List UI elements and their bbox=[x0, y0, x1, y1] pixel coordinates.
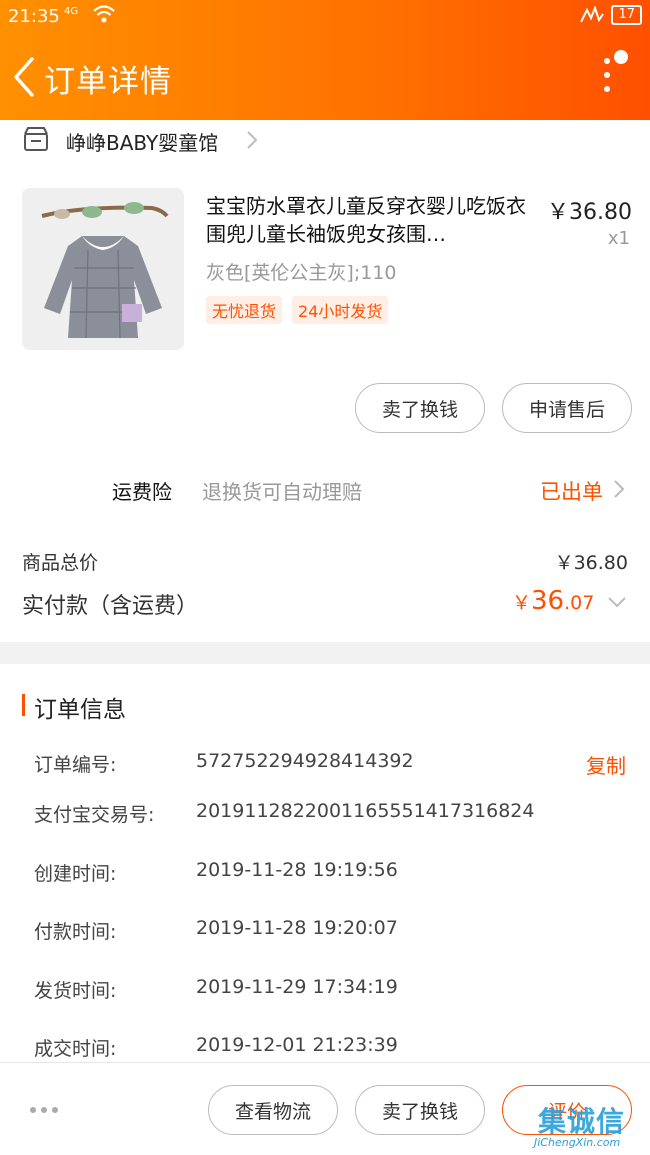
sell-for-cash-button[interactable]: 卖了换钱 bbox=[355, 383, 485, 433]
more-dot bbox=[604, 58, 610, 64]
watermark-logo: 集诚信 bbox=[538, 1105, 626, 1138]
tag-24h-ship: 24小时发货 bbox=[292, 296, 389, 324]
tag-no-worry-return: 无忧退货 bbox=[206, 296, 283, 324]
goods-total-value: ￥36.80 bbox=[554, 552, 628, 574]
more-icon[interactable] bbox=[596, 50, 636, 102]
section-accent-bar bbox=[22, 694, 25, 716]
product-quantity: x1 bbox=[607, 228, 630, 249]
paid-amount-label: 实付款（含运费） bbox=[22, 594, 199, 619]
watermark-url: JiChengXin.com bbox=[534, 1136, 621, 1149]
view-logistics-button[interactable]: 查看物流 bbox=[208, 1085, 338, 1135]
order-info-title: 订单信息 bbox=[34, 697, 126, 723]
shipped-time-value: 2019-11-29 17:34:19 bbox=[196, 976, 398, 998]
insurance-label: 运费险 bbox=[112, 480, 172, 504]
chevron-right-icon bbox=[614, 480, 625, 498]
app-header: 21:35 4G 17 订单详情 bbox=[0, 0, 650, 120]
deal-time-label: 成交时间: bbox=[34, 1038, 117, 1060]
alipay-trade-value: 2019112822001165551417316824 bbox=[196, 800, 535, 822]
paid-time-value: 2019-11-28 19:20:07 bbox=[196, 917, 398, 939]
battery-indicator: 17 bbox=[611, 5, 642, 25]
signal-icon: 4G bbox=[64, 6, 79, 17]
back-arrow-icon[interactable] bbox=[10, 55, 40, 99]
shop-row[interactable]: 峥峥BABY婴童馆 bbox=[0, 120, 650, 160]
insurance-desc: 退换货可自动理赔 bbox=[202, 480, 362, 504]
deal-time-value: 2019-12-01 21:23:39 bbox=[196, 1034, 398, 1056]
apply-after-sale-button[interactable]: 申请售后 bbox=[502, 383, 632, 433]
chevron-right-icon bbox=[247, 131, 258, 149]
copy-button[interactable]: 复制 bbox=[586, 750, 626, 779]
section-divider bbox=[0, 642, 650, 664]
shipped-time-label: 发货时间: bbox=[34, 980, 117, 1002]
product-image[interactable] bbox=[22, 188, 184, 350]
alipay-trade-label: 支付宝交易号: bbox=[34, 804, 155, 826]
paid-amount-value: ￥36.07 bbox=[512, 586, 594, 616]
order-number-value: 572752294928414392 bbox=[196, 750, 414, 772]
product-tags: 无忧退货 24小时发货 bbox=[206, 296, 389, 324]
created-time-label: 创建时间: bbox=[34, 863, 117, 885]
watermark: 集诚信 JiChengXin.com bbox=[530, 1100, 648, 1152]
created-time-value: 2019-11-28 19:19:56 bbox=[196, 859, 398, 881]
order-number-label: 订单编号: bbox=[34, 754, 117, 776]
shop-name: 峥峥BABY婴童馆 bbox=[66, 131, 219, 155]
paid-decimal: .07 bbox=[564, 592, 595, 614]
shop-icon bbox=[24, 127, 48, 151]
goods-total-label: 商品总价 bbox=[22, 552, 99, 574]
status-time: 21:35 bbox=[8, 6, 60, 27]
signal-strength-icon bbox=[580, 6, 605, 23]
more-dot bbox=[604, 86, 610, 92]
page-title: 订单详情 bbox=[44, 64, 172, 100]
product-illustration bbox=[22, 188, 184, 350]
paid-currency: ￥ bbox=[512, 592, 532, 614]
wifi-icon bbox=[93, 5, 115, 23]
chevron-down-icon[interactable] bbox=[606, 594, 628, 610]
paid-integer: 36 bbox=[531, 586, 565, 616]
notification-dot bbox=[614, 50, 628, 64]
more-actions-icon[interactable] bbox=[30, 1107, 58, 1113]
paid-time-label: 付款时间: bbox=[34, 921, 117, 943]
more-dot bbox=[604, 72, 610, 78]
product-sku: 灰色[英伦公主灰];110 bbox=[206, 262, 397, 284]
status-bar: 21:35 4G 17 bbox=[0, 0, 650, 36]
sell-for-cash-bottom-button[interactable]: 卖了换钱 bbox=[355, 1085, 485, 1135]
status-right: 17 bbox=[579, 5, 642, 25]
product-title[interactable]: 宝宝防水罩衣儿童反穿衣婴儿吃饭衣围兜儿童长袖饭兜女孩围… bbox=[206, 192, 530, 248]
insurance-status: 已出单 bbox=[540, 480, 603, 504]
product-price: ￥36.80 bbox=[547, 200, 632, 225]
